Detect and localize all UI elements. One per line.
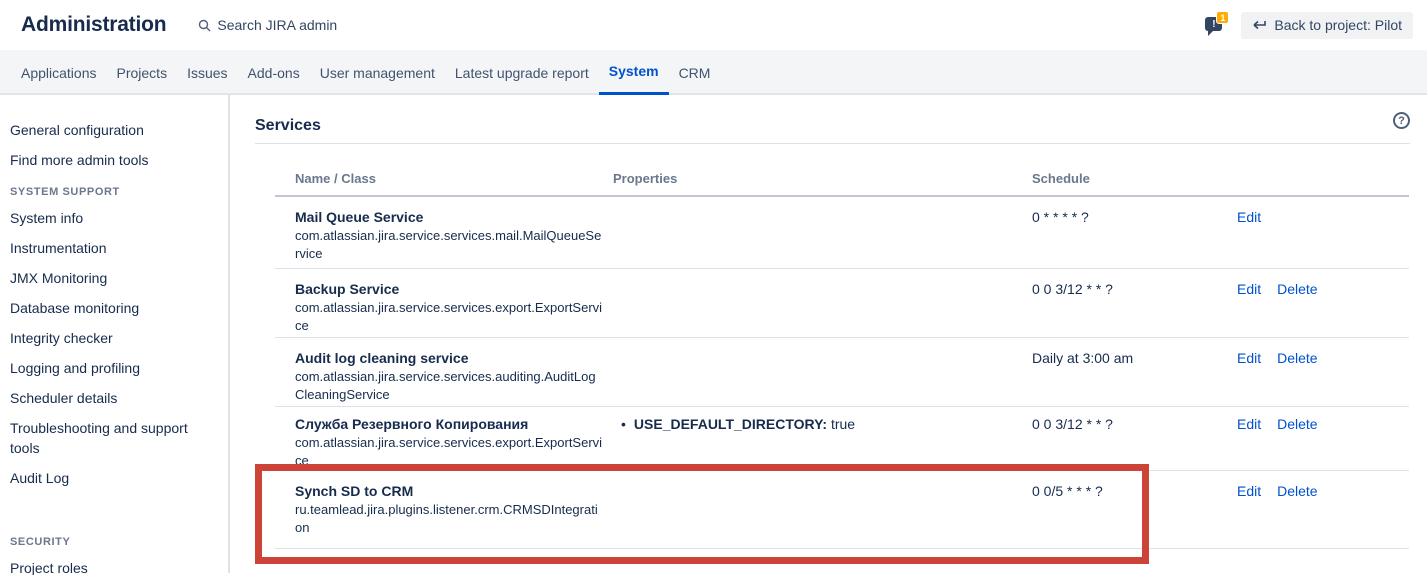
tab-crm[interactable]: CRM: [669, 50, 721, 95]
column-header-properties: Properties: [613, 171, 1032, 196]
sidebar-item-logging-and-profiling[interactable]: Logging and profiling: [10, 358, 218, 378]
return-arrow-icon: [1252, 17, 1267, 33]
topbar-right: ! 1 Back to project: Pilot: [1205, 12, 1413, 39]
property-value: true: [831, 416, 855, 432]
sidebar-item-integrity-checker[interactable]: Integrity checker: [10, 328, 218, 348]
service-name: Mail Queue Service: [295, 209, 603, 225]
service-schedule: 0 * * * * ?: [1032, 209, 1089, 225]
back-to-project-label: Back to project: Pilot: [1274, 17, 1402, 33]
property-key: USE_DEFAULT_DIRECTORY:: [634, 416, 827, 432]
service-schedule: 0 0 3/12 * * ?: [1032, 416, 1113, 432]
service-properties: [613, 196, 1032, 268]
search-input[interactable]: [217, 17, 407, 33]
top-bar: Administration ! 1 Back to project: Pilo…: [0, 0, 1427, 50]
sidebar-item-system-info[interactable]: System info: [10, 208, 218, 228]
sidebar-item-scheduler-details[interactable]: Scheduler details: [10, 388, 218, 408]
tab-system[interactable]: System: [599, 50, 669, 95]
main-content: Services ? Name / Class Properties Sched…: [230, 95, 1427, 573]
services-table: Name / Class Properties Schedule Mail Qu…: [275, 171, 1409, 549]
service-schedule: 0 0/5 * * * ?: [1032, 483, 1103, 499]
service-property: • USE_DEFAULT_DIRECTORY: true: [613, 416, 1022, 432]
service-class: com.atlassian.jira.service.services.expo…: [295, 299, 603, 335]
edit-link[interactable]: Edit: [1237, 350, 1261, 366]
tab-latest-upgrade-report[interactable]: Latest upgrade report: [445, 50, 599, 95]
sidebar-spacer: [10, 498, 218, 520]
help-icon[interactable]: ?: [1393, 112, 1410, 129]
page-body: General configuration Find more admin to…: [0, 95, 1427, 573]
edit-link[interactable]: Edit: [1237, 281, 1261, 297]
column-header-name-class: Name / Class: [275, 171, 613, 196]
services-heading: Services: [255, 117, 1410, 144]
sidebar-item-general-configuration[interactable]: General configuration: [10, 120, 218, 140]
sidebar-item-audit-log[interactable]: Audit Log: [10, 468, 218, 488]
bullet-icon: •: [621, 416, 626, 432]
sidebar-item-troubleshooting[interactable]: Troubleshooting and support tools: [10, 418, 218, 458]
speech-bubble-tail: [1208, 30, 1214, 36]
service-properties: [613, 268, 1032, 337]
service-name: Служба Резервного Копирования: [295, 416, 603, 432]
tab-add-ons[interactable]: Add-ons: [238, 50, 310, 95]
tab-user-management[interactable]: User management: [310, 50, 445, 95]
sidebar-item-database-monitoring[interactable]: Database monitoring: [10, 298, 218, 318]
tab-issues[interactable]: Issues: [177, 50, 237, 95]
table-row-mail-queue-service: Mail Queue Service com.atlassian.jira.se…: [275, 196, 1409, 268]
service-name: Synch SD to CRM: [295, 483, 603, 499]
table-row-backup-service-ru: Служба Резервного Копирования com.atlass…: [275, 406, 1409, 470]
sidebar-item-project-roles[interactable]: Project roles: [10, 558, 218, 575]
delete-link[interactable]: Delete: [1277, 483, 1317, 499]
page-title: Administration: [21, 13, 166, 37]
sidebar-item-find-more-admin-tools[interactable]: Find more admin tools: [10, 150, 218, 170]
service-schedule: 0 0 3/12 * * ?: [1032, 281, 1113, 297]
delete-link[interactable]: Delete: [1277, 350, 1317, 366]
sidebar-section-security: SECURITY: [10, 536, 218, 548]
back-to-project-button[interactable]: Back to project: Pilot: [1241, 12, 1413, 39]
table-row-synch-sd-to-crm: Synch SD to CRM ru.teamlead.jira.plugins…: [275, 470, 1409, 548]
admin-nav-tabs: Applications Projects Issues Add-ons Use…: [0, 50, 1427, 95]
service-class: com.atlassian.jira.service.services.mail…: [295, 227, 603, 263]
service-name: Backup Service: [295, 281, 603, 297]
admin-search[interactable]: [198, 17, 407, 33]
sidebar-section-system-support: SYSTEM SUPPORT: [10, 186, 218, 198]
notifications-icon[interactable]: ! 1: [1205, 13, 1229, 37]
delete-link[interactable]: Delete: [1277, 281, 1317, 297]
service-properties: [613, 337, 1032, 406]
sidebar-item-instrumentation[interactable]: Instrumentation: [10, 238, 218, 258]
edit-link[interactable]: Edit: [1237, 416, 1261, 432]
sidebar-item-jmx-monitoring[interactable]: JMX Monitoring: [10, 268, 218, 288]
table-header-row: Name / Class Properties Schedule: [275, 171, 1409, 196]
table-row-backup-service: Backup Service com.atlassian.jira.servic…: [275, 268, 1409, 337]
tab-projects[interactable]: Projects: [107, 50, 178, 95]
service-class: ru.teamlead.jira.plugins.listener.crm.CR…: [295, 501, 603, 537]
service-class: com.atlassian.jira.service.services.audi…: [295, 368, 603, 404]
admin-sidebar: General configuration Find more admin to…: [0, 95, 230, 573]
edit-link[interactable]: Edit: [1237, 483, 1261, 499]
notification-badge: 1: [1216, 11, 1229, 24]
delete-link[interactable]: Delete: [1277, 416, 1317, 432]
service-schedule: Daily at 3:00 am: [1032, 350, 1133, 366]
service-name: Audit log cleaning service: [295, 350, 603, 366]
column-header-schedule: Schedule: [1032, 171, 1237, 196]
search-icon: [198, 19, 211, 32]
tab-applications[interactable]: Applications: [11, 50, 107, 95]
column-header-actions: [1237, 171, 1409, 196]
table-row-audit-log-cleaning: Audit log cleaning service com.atlassian…: [275, 337, 1409, 406]
service-class: com.atlassian.jira.service.services.expo…: [295, 434, 603, 470]
service-properties: [613, 470, 1032, 548]
edit-link[interactable]: Edit: [1237, 209, 1261, 225]
